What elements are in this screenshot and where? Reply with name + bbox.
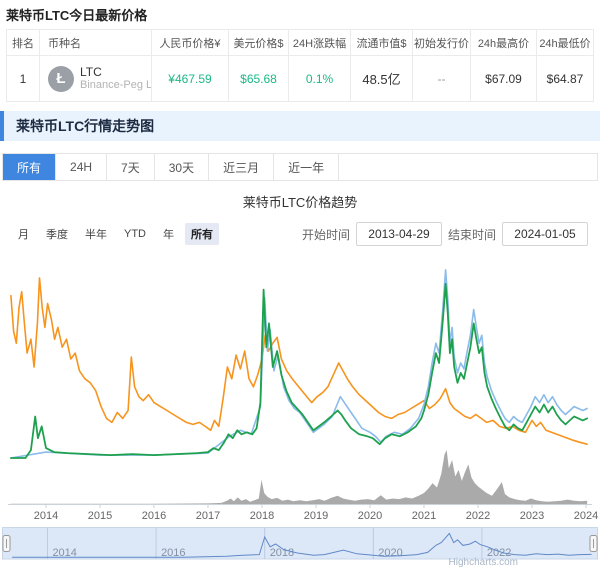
range-selector: 月 季度 半年 YTD 年 所有	[12, 223, 219, 245]
range-button-ytd[interactable]: YTD	[118, 225, 152, 243]
price-table: 排名 币种名 人民币价格¥ 美元价格$ 24H涨跌幅 流通市值$ 初始发行价 2…	[6, 29, 594, 102]
range-button-year[interactable]: 年	[157, 223, 180, 245]
price-trend-chart[interactable]: 2014 2015 2016 2017 2018 2019 2020 2021 2022 2023…	[0, 247, 600, 520]
coin-symbol: LTC	[80, 65, 151, 79]
litecoin-icon: Ł	[48, 66, 74, 92]
range-button-halfyear[interactable]: 半年	[79, 223, 113, 245]
price-line-blue	[11, 270, 587, 458]
x-axis-label: 2014	[34, 510, 58, 520]
end-date-label: 结束时间	[448, 226, 496, 243]
range-button-month[interactable]: 月	[12, 223, 35, 245]
tab-1y[interactable]: 近一年	[274, 154, 339, 180]
low-24h: $64.87	[537, 56, 593, 101]
page-title: 莱特币LTC今日最新价格	[6, 5, 594, 24]
tab-24h[interactable]: 24H	[56, 154, 107, 180]
tab-all[interactable]: 所有	[3, 154, 56, 180]
section-title: 莱特币LTC行情走势图	[16, 116, 154, 136]
x-axis-label: 2021	[412, 510, 436, 520]
x-axis-label: 2015	[88, 510, 112, 520]
range-button-all[interactable]: 所有	[185, 223, 219, 245]
table-row[interactable]: 1 Ł LTC Binance-Peg Lite ¥467.59 $65.68 …	[7, 56, 593, 101]
col-header-coin: 币种名	[40, 30, 152, 55]
rank-cell: 1	[7, 56, 40, 101]
date-range-controls: 开始时间 结束时间	[302, 222, 588, 246]
x-axis-label: 2023	[520, 510, 544, 520]
chart-controls: 月 季度 半年 YTD 年 所有 开始时间 结束时间	[12, 222, 588, 246]
market-cap: 48.5亿	[351, 56, 413, 101]
change-24h: 0.1%	[289, 56, 351, 101]
coin-names: LTC Binance-Peg Lite	[80, 65, 151, 93]
coin-cell[interactable]: Ł LTC Binance-Peg Lite	[40, 56, 152, 101]
col-header-market-cap: 流通市值$	[351, 30, 413, 55]
col-header-rank: 排名	[7, 30, 40, 55]
end-date-input[interactable]	[502, 222, 588, 246]
chart-title: 莱特币LTC价格趋势	[0, 192, 600, 211]
tab-3m[interactable]: 近三月	[209, 154, 274, 180]
tab-7d[interactable]: 7天	[107, 154, 155, 180]
tab-30d[interactable]: 30天	[155, 154, 209, 180]
cny-price: ¥467.59	[152, 56, 229, 101]
x-axis-label: 2018	[250, 510, 274, 520]
x-axis-label: 2024	[574, 510, 598, 520]
col-header-initial-price: 初始发行价	[413, 30, 471, 55]
usd-price: $65.68	[229, 56, 289, 101]
initial-price: --	[413, 56, 471, 101]
start-date-input[interactable]	[356, 222, 442, 246]
table-header-row: 排名 币种名 人民币价格¥ 美元价格$ 24H涨跌幅 流通市值$ 初始发行价 2…	[7, 30, 593, 56]
high-24h: $67.09	[471, 56, 537, 101]
x-axis-label: 2022	[466, 510, 490, 520]
coin-fullname: Binance-Peg Lite	[80, 79, 151, 92]
x-axis-label: 2019	[304, 510, 328, 520]
col-header-low: 24h最低价	[537, 30, 593, 55]
col-header-cny-price: 人民币价格¥	[152, 30, 229, 55]
x-axis-label: 2017	[196, 510, 220, 520]
col-header-change: 24H涨跌幅	[289, 30, 351, 55]
navigator-year-label: 2020	[378, 547, 402, 559]
range-button-quarter[interactable]: 季度	[40, 223, 74, 245]
period-tab-bar: 所有 24H 7天 30天 近三月 近一年	[2, 153, 598, 181]
x-axis-label: 2016	[142, 510, 166, 520]
section-header: 莱特币LTC行情走势图	[0, 111, 600, 141]
x-axis-label: 2020	[358, 510, 382, 520]
start-date-label: 开始时间	[302, 226, 350, 243]
col-header-high: 24h最高价	[471, 30, 537, 55]
col-header-usd-price: 美元价格$	[229, 30, 289, 55]
volume-area	[11, 450, 587, 504]
price-line-green	[11, 284, 587, 458]
